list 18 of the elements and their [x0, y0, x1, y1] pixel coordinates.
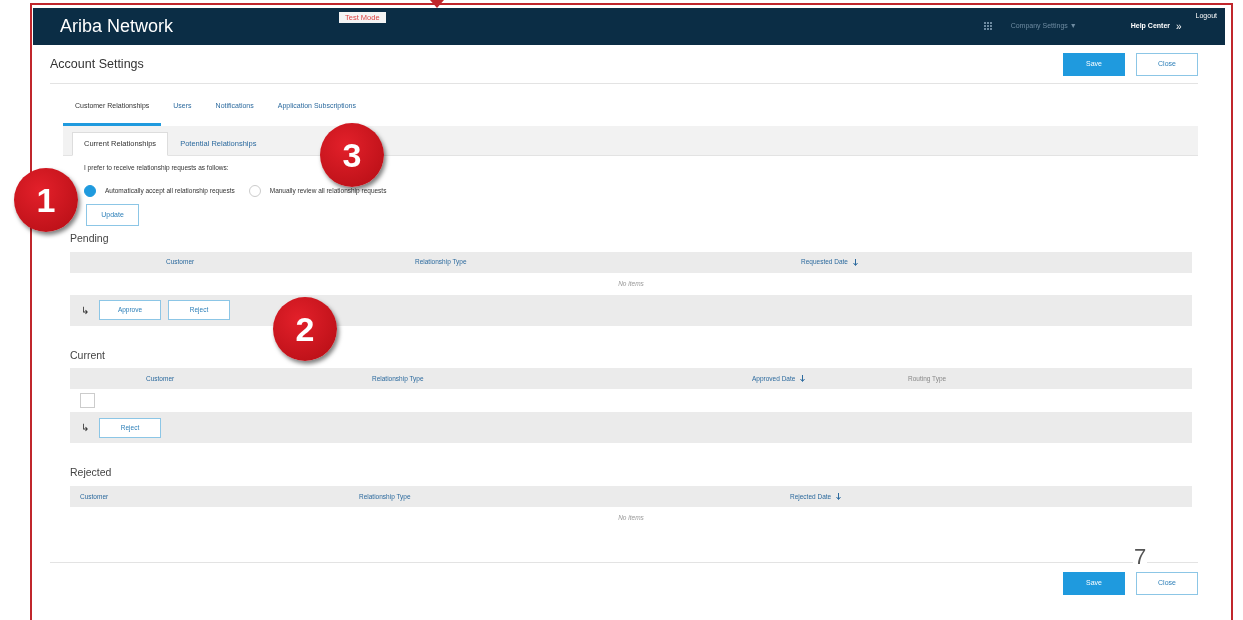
step-marker: 1 [14, 168, 78, 232]
row-checkbox[interactable] [80, 393, 95, 409]
action-marker: ↳ [81, 303, 89, 318]
radio-button[interactable] [248, 184, 261, 197]
radio-button[interactable] [84, 184, 96, 197]
section-title: Rejected [70, 465, 113, 481]
section-title: Pending [70, 230, 110, 246]
section-title: Current [70, 347, 106, 363]
sort-icon[interactable] [800, 375, 806, 383]
grid-icon[interactable] [983, 22, 993, 31]
sort-icon[interactable] [836, 493, 842, 500]
action-marker: ↳ [81, 421, 89, 436]
expand-icon[interactable]: » [1176, 19, 1182, 34]
step-marker: 3 [320, 123, 384, 187]
sort-icon[interactable] [853, 258, 858, 266]
page-title: Account Settings [50, 56, 144, 72]
step-marker: 2 [273, 297, 337, 361]
logo: Ariba Network [60, 15, 174, 38]
